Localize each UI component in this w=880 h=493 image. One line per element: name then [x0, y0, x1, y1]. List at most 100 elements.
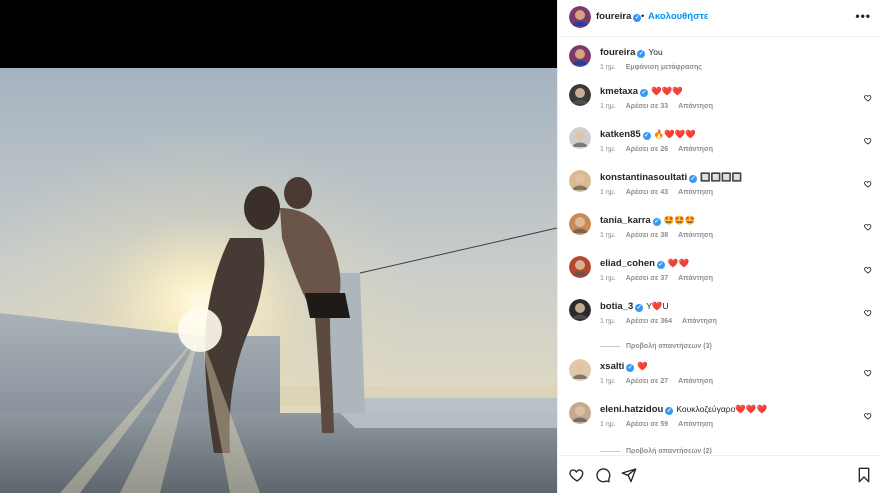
verified-badge-icon: ✓ — [652, 218, 661, 226]
verified-badge-icon: ✓ — [642, 132, 651, 140]
comment-text: 🔲🔲🔲🔲 — [700, 172, 743, 182]
comment-text: ❤️❤️❤️ — [651, 86, 683, 96]
follow-button[interactable]: Ακολουθήστε — [648, 11, 708, 22]
commenter-avatar[interactable] — [569, 127, 591, 149]
reply-button[interactable]: Απάντηση — [678, 378, 713, 385]
comment-meta: 1 ημ. Αρέσει σε 364 Απάντηση — [600, 318, 727, 325]
comment-time[interactable]: 1 ημ. — [600, 421, 616, 428]
verified-badge-icon: ✓ — [665, 407, 674, 415]
reply-button[interactable]: Απάντηση — [678, 232, 713, 239]
caption-meta: 1 ημ. Εμφάνιση μετάφρασης — [600, 64, 712, 71]
comment-time[interactable]: 1 ημ. — [600, 378, 616, 385]
commenter-avatar[interactable] — [569, 84, 591, 106]
commenter-avatar[interactable] — [569, 256, 591, 278]
comment-meta: 1 ημ. Αρέσει σε 27 Απάντηση — [600, 378, 723, 385]
comment-line: xsalti ✓ ❤️ — [600, 361, 648, 372]
view-replies-button[interactable]: Προβολή απαντήσεων (2) — [600, 448, 712, 454]
comment-item: konstantinasoultati ✓ 🔲🔲🔲🔲 1 ημ. Αρέσει σε 4… — [558, 163, 880, 203]
reply-button[interactable]: Απάντηση — [678, 103, 713, 110]
comment-likes[interactable]: Αρέσει σε 37 — [626, 275, 668, 282]
like-comment-heart-icon[interactable] — [864, 412, 872, 420]
more-options-icon[interactable]: ••• — [855, 9, 871, 23]
reply-button[interactable]: Απάντηση — [678, 275, 713, 282]
comment-meta: 1 ημ. Αρέσει σε 59 Απάντηση — [600, 421, 723, 428]
verified-badge-icon: ✓ — [626, 364, 635, 372]
comments-panel: foureira ✓ • Ακολουθήστε ••• foureira ✓ You… — [557, 0, 880, 493]
commenter-avatar[interactable] — [569, 359, 591, 381]
like-comment-heart-icon[interactable] — [864, 137, 872, 145]
comment-likes[interactable]: Αρέσει σε 59 — [626, 421, 668, 428]
commenter-username[interactable]: eleni.hatzidou — [600, 404, 663, 415]
commenter-username[interactable]: konstantinasoultati — [600, 172, 687, 183]
commenter-avatar[interactable] — [569, 299, 591, 321]
caption: foureira ✓ You 1 ημ. Εμφάνιση μετάφρασης — [558, 38, 880, 78]
author-avatar[interactable] — [569, 6, 591, 28]
comment-line: eliad_cohen ✓ ❤️❤️ — [600, 258, 689, 269]
comment-icon[interactable] — [595, 467, 611, 483]
comment-time[interactable]: 1 ημ. — [600, 232, 616, 239]
commenter-avatar[interactable] — [569, 402, 591, 424]
see-translation-button[interactable]: Εμφάνιση μετάφρασης — [626, 64, 702, 71]
comment-meta: 1 ημ. Αρέσει σε 38 Απάντηση — [600, 232, 723, 239]
like-comment-heart-icon[interactable] — [864, 180, 872, 188]
commenter-avatar[interactable] — [569, 170, 591, 192]
verified-badge-icon: ✓ — [637, 50, 646, 58]
comment-likes[interactable]: Αρέσει σε 33 — [626, 103, 668, 110]
comment-line: kmetaxa ✓ ❤️❤️❤️ — [600, 86, 683, 97]
commenter-username[interactable]: eliad_cohen — [600, 258, 655, 269]
comment-time[interactable]: 1 ημ. — [600, 189, 616, 196]
comments-list[interactable]: foureira ✓ You 1 ημ. Εμφάνιση μετάφρασης km… — [558, 38, 880, 454]
comment-likes[interactable]: Αρέσει σε 27 — [626, 378, 668, 385]
view-replies-button[interactable]: Προβολή απαντήσεων (3) — [600, 343, 712, 350]
commenter-username[interactable]: kmetaxa — [600, 86, 638, 97]
comment-time[interactable]: 1 ημ. — [600, 103, 616, 110]
commenter-username[interactable]: xsalti — [600, 361, 624, 372]
comment-likes[interactable]: Αρέσει σε 38 — [626, 232, 668, 239]
like-comment-heart-icon[interactable] — [864, 369, 872, 377]
comment-meta: 1 ημ. Αρέσει σε 37 Απάντηση — [600, 275, 723, 282]
comment-line: konstantinasoultati ✓ 🔲🔲🔲🔲 — [600, 172, 742, 183]
caption-line: foureira ✓ You — [600, 47, 663, 58]
like-comment-heart-icon[interactable] — [864, 223, 872, 231]
comment-text: ❤️ — [637, 361, 648, 371]
caption-avatar[interactable] — [569, 45, 591, 67]
paper-plane-icon[interactable] — [621, 467, 637, 483]
reply-button[interactable]: Απάντηση — [678, 421, 713, 428]
heart-icon[interactable] — [569, 467, 585, 483]
comment-likes[interactable]: Αρέσει σε 364 — [626, 318, 672, 325]
verified-badge-icon: ✓ — [689, 175, 698, 183]
comment-meta: 1 ημ. Αρέσει σε 43 Απάντηση — [600, 189, 723, 196]
reply-button[interactable]: Απάντηση — [682, 318, 717, 325]
comment-item: kmetaxa ✓ ❤️❤️❤️ 1 ημ. Αρέσει σε 33 Απάντηση — [558, 77, 880, 117]
like-comment-heart-icon[interactable] — [864, 309, 872, 317]
like-comment-heart-icon[interactable] — [864, 266, 872, 274]
comment-text: 🔥❤️❤️❤️ — [653, 129, 697, 139]
commenter-username[interactable]: tania_karra — [600, 215, 651, 226]
comment-line: katken85 ✓ 🔥❤️❤️❤️ — [600, 129, 696, 140]
verified-badge-icon: ✓ — [656, 261, 665, 269]
post-photo[interactable] — [0, 68, 557, 493]
bookmark-icon[interactable] — [856, 467, 872, 483]
comment-item: tania_karra ✓ 🤩🤩🤩 1 ημ. Αρέσει σε 38 Απάντηση — [558, 206, 880, 246]
comment-likes[interactable]: Αρέσει σε 43 — [626, 189, 668, 196]
commenter-avatar[interactable] — [569, 213, 591, 235]
comment-likes[interactable]: Αρέσει σε 26 — [626, 146, 668, 153]
comment-time[interactable]: 1 ημ. — [600, 146, 616, 153]
caption-username[interactable]: foureira — [600, 47, 635, 58]
comment-meta: 1 ημ. Αρέσει σε 33 Απάντηση — [600, 103, 723, 110]
author-username[interactable]: foureira ✓ — [596, 11, 642, 22]
caption-time[interactable]: 1 ημ. — [600, 64, 616, 71]
comment-item: botia_3 ✓ Y❤️U 1 ημ. Αρέσει σε 364 Απάντηση — [558, 292, 880, 332]
like-comment-heart-icon[interactable] — [864, 94, 872, 102]
comment-line: botia_3 ✓ Y❤️U — [600, 301, 669, 312]
comment-time[interactable]: 1 ημ. — [600, 275, 616, 282]
reply-button[interactable]: Απάντηση — [678, 189, 713, 196]
commenter-username[interactable]: katken85 — [600, 129, 641, 140]
commenter-username[interactable]: botia_3 — [600, 301, 633, 312]
comment-time[interactable]: 1 ημ. — [600, 318, 616, 325]
comment-line: tania_karra ✓ 🤩🤩🤩 — [600, 215, 695, 226]
separator-dot: • — [641, 11, 645, 22]
comment-line: eleni.hatzidou ✓ Κουκλοζεύγαρο❤️❤️❤️ — [600, 404, 767, 415]
comment-text: Κουκλοζεύγαρο❤️❤️❤️ — [676, 404, 768, 414]
reply-button[interactable]: Απάντηση — [678, 146, 713, 153]
